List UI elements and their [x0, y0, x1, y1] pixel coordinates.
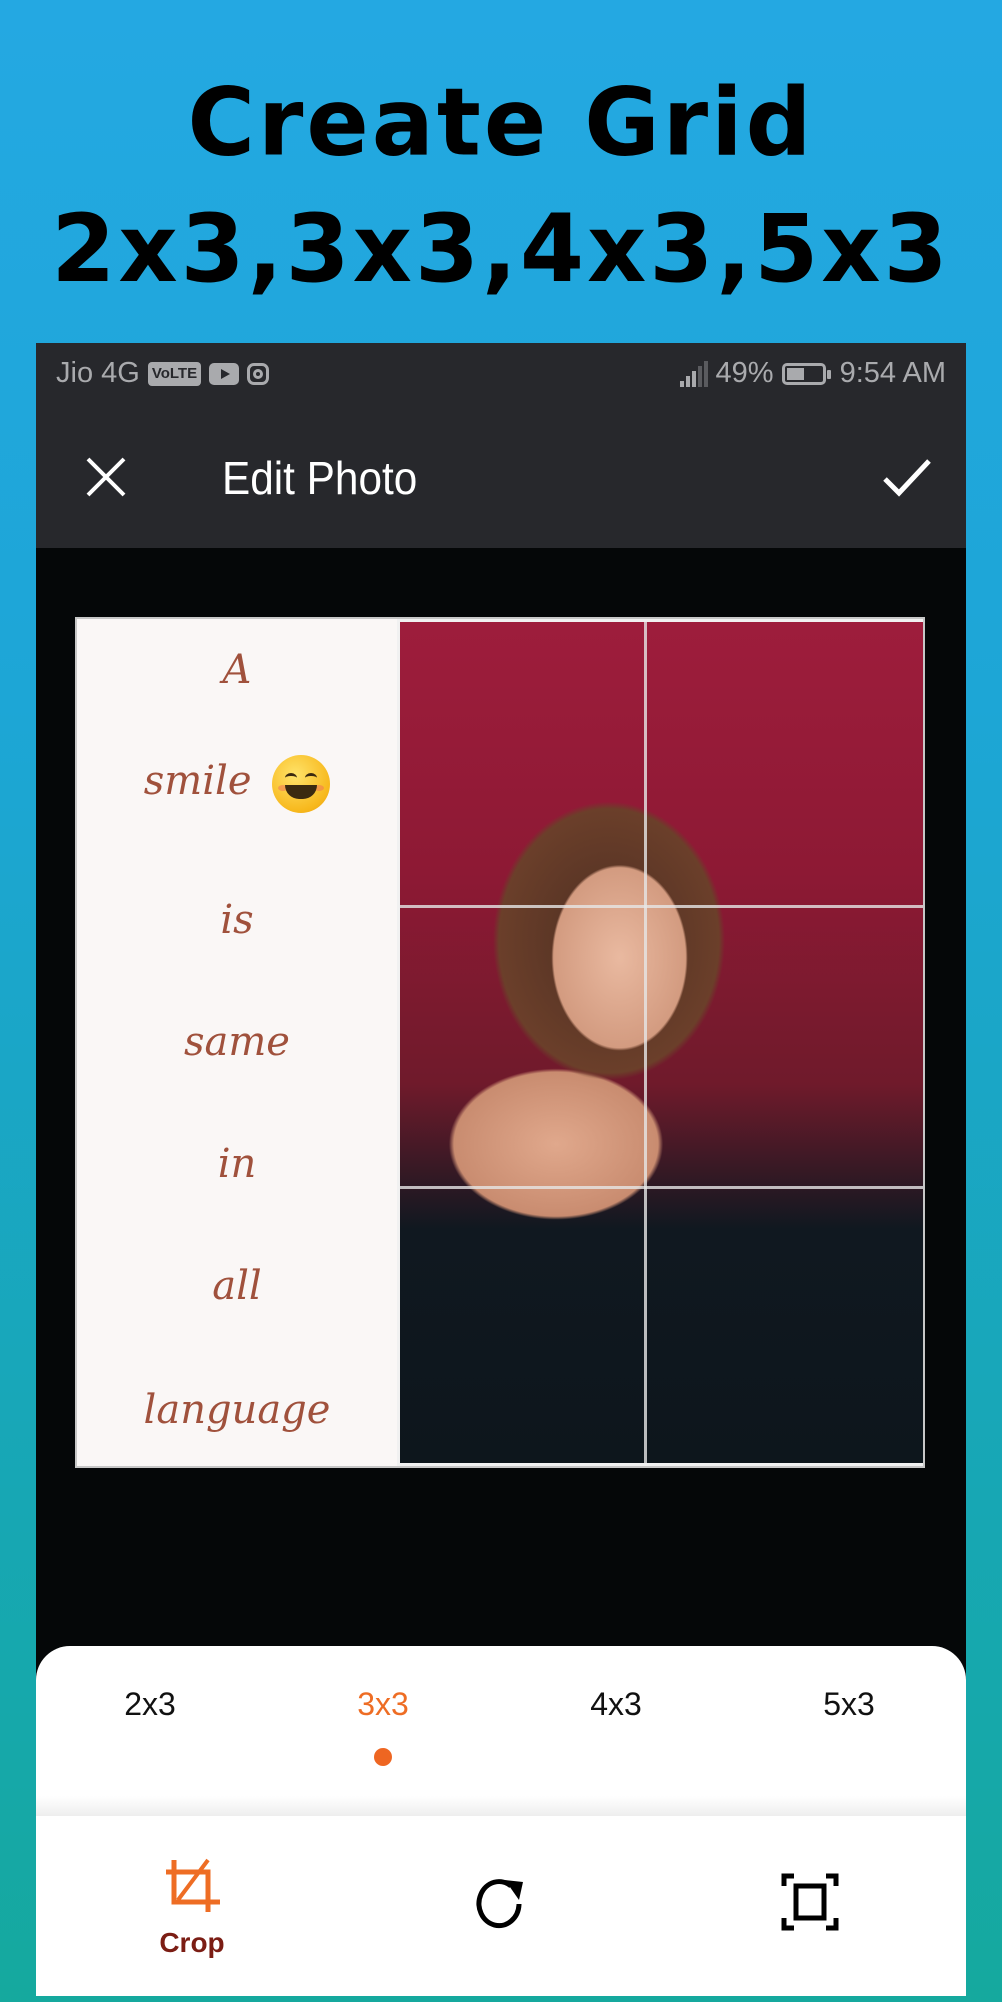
photo-preview: A smile is same in all language: [75, 617, 925, 1468]
tab-5x3[interactable]: 5x3: [769, 1684, 929, 1724]
quote-word: in: [217, 1141, 257, 1187]
signal-icon: [679, 360, 708, 387]
quote-word: A: [222, 647, 252, 693]
tab-3x3[interactable]: 3x3: [303, 1684, 463, 1724]
quote-word: all: [212, 1263, 262, 1309]
quote-word: is: [220, 897, 254, 943]
quote-word: language: [143, 1387, 331, 1433]
quote-word: smile: [143, 758, 252, 804]
clock: 9:54 AM: [839, 357, 946, 389]
grid-line-horizontal: [400, 905, 923, 908]
crop-grid-overlay[interactable]: [397, 619, 923, 1466]
status-bar: Jio 4G VoLTE 49% 9:54 AM: [36, 343, 966, 405]
editor-canvas: A smile is same in all language: [36, 548, 966, 1708]
battery-percent: 49%: [715, 357, 774, 389]
carrier-label: Jio 4G: [56, 357, 140, 389]
grid-line-horizontal: [400, 1186, 923, 1189]
grid-layout-tabs: 2x3 3x3 4x3 5x3: [36, 1646, 966, 1814]
fit-screen-button[interactable]: [730, 1872, 890, 1937]
youtube-icon: [209, 362, 240, 385]
promo-title-line-2: 2x3,3x3,4x3,5x3: [51, 194, 951, 304]
promo-title-line-1: Create Grid: [187, 67, 815, 177]
tab-4x3[interactable]: 4x3: [536, 1684, 696, 1724]
status-left: Jio 4G VoLTE: [56, 357, 270, 390]
grid-line-vertical: [644, 622, 647, 1463]
volte-icon: VoLTE: [147, 361, 202, 386]
promo-title: Create Grid 2x3,3x3,4x3,5x3: [0, 60, 1002, 313]
status-right: 49% 9:54 AM: [679, 357, 946, 390]
check-icon[interactable]: [882, 457, 932, 497]
quote-word-with-emoji: smile: [77, 755, 397, 813]
quote-panel: A smile is same in all language: [77, 619, 397, 1466]
bottom-sheet: 2x3 3x3 4x3 5x3 Crop: [36, 1646, 966, 1996]
quote-word: same: [184, 1019, 290, 1065]
crop-label: Crop: [159, 1927, 225, 1958]
divider: [36, 1796, 966, 1816]
rotate-icon: [476, 1879, 523, 1929]
battery-icon: [781, 362, 831, 385]
top-app-bar: Edit Photo: [36, 405, 966, 548]
close-icon[interactable]: [84, 455, 128, 499]
smiling-face-emoji-icon: [272, 755, 331, 813]
crop-button[interactable]: Crop: [112, 1858, 272, 1959]
tab-2x3[interactable]: 2x3: [70, 1684, 230, 1724]
rotate-button[interactable]: [421, 1874, 581, 1939]
crop-icon: [166, 1858, 220, 1912]
page-title: Edit Photo: [222, 452, 418, 504]
instagram-icon: [247, 362, 270, 385]
active-tab-indicator: [374, 1748, 392, 1766]
phone-screen: Jio 4G VoLTE 49% 9:54 AM Edit Photo A sm…: [36, 343, 966, 1996]
fit-screen-icon: [781, 1873, 839, 1931]
